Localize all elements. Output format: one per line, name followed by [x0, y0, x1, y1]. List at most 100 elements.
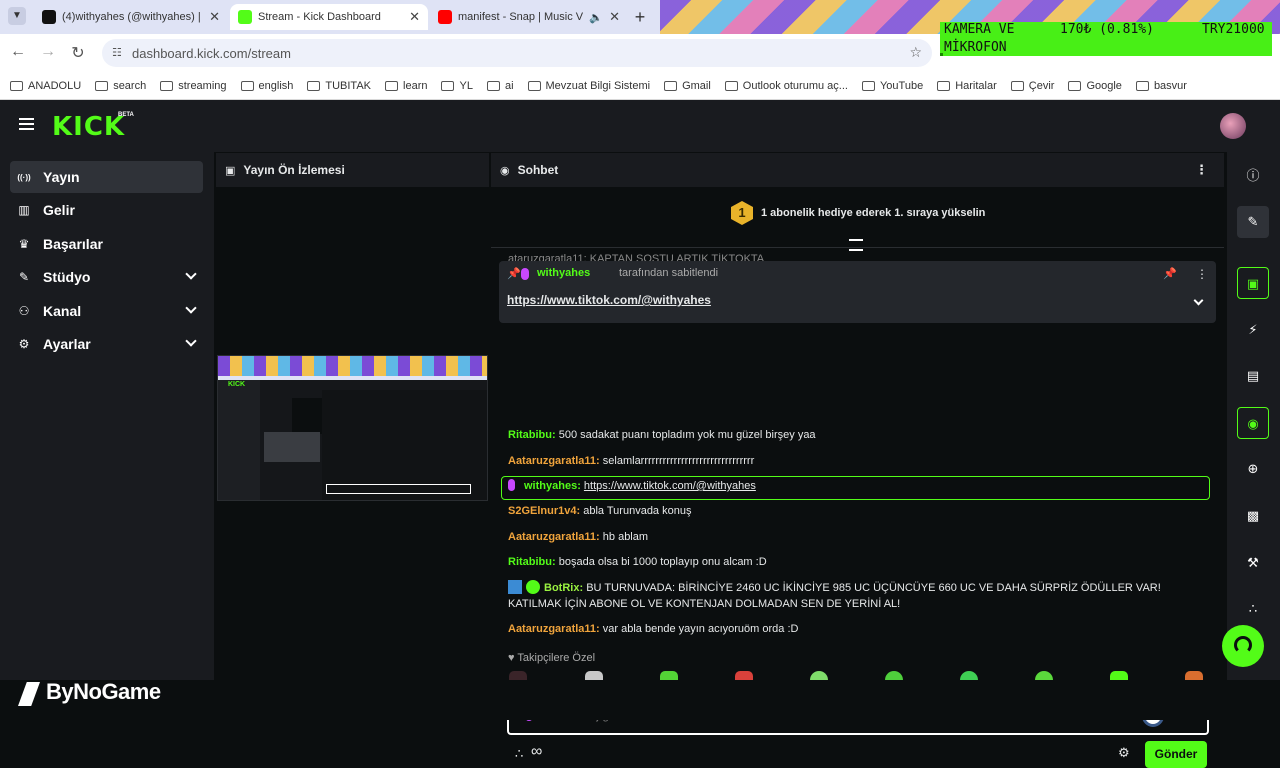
donation-goal-overlay: KAMERA VE 170₺ (0.81%) TRY21000 MİKROFON: [940, 22, 1272, 56]
chevron-down-icon[interactable]: [185, 268, 197, 280]
chevron-down-icon[interactable]: [185, 301, 197, 314]
chat-username[interactable]: BotRix: [544, 582, 579, 594]
wrench-icon[interactable]: ⚒: [1237, 547, 1269, 579]
bookmark-item[interactable]: basvur: [1135, 79, 1187, 92]
reload-icon[interactable]: ↻: [68, 43, 88, 63]
bookmark-item[interactable]: ai: [486, 80, 514, 92]
tiktok-icon: [42, 10, 56, 24]
speaker-icon[interactable]: 🔈: [589, 11, 603, 24]
bookmark-label: YL: [459, 79, 473, 92]
menu-icon[interactable]: [19, 118, 34, 130]
gift-leaderboard-banner[interactable]: 1 1 abonelik hediye ederek 1. sıraya yük…: [731, 201, 985, 225]
pinned-options-icon[interactable]: ⋮: [1196, 267, 1208, 281]
bookmark-label: Haritalar: [955, 79, 997, 92]
sidebar-item-kanal[interactable]: ⚇ Kanal: [10, 295, 203, 327]
channel-points-rail-icon[interactable]: ∴: [1237, 593, 1269, 625]
bookmark-item[interactable]: english: [240, 79, 294, 92]
chat-username[interactable]: Ritabibu: [508, 429, 552, 441]
bookmark-label: basvur: [1153, 79, 1187, 92]
quick-actions-icon[interactable]: ⚡: [1237, 314, 1269, 346]
folder-icon: [861, 80, 875, 91]
notes-icon[interactable]: ▤: [1237, 360, 1269, 392]
chevron-down-icon[interactable]: [185, 335, 197, 347]
sidebar-item-st-dyo[interactable]: ✎ Stüdyo: [10, 261, 203, 293]
gear-icon: ⚙: [18, 337, 30, 351]
folder-icon: [486, 80, 500, 91]
bookmark-item[interactable]: Mevzuat Bilgi Sistemi: [527, 80, 650, 92]
bookmark-item[interactable]: Gmail: [664, 80, 711, 92]
sidebar-item-ba-ar-lar[interactable]: ♛ Başarılar: [10, 228, 203, 260]
chat-toggle-icon[interactable]: ◉: [1237, 407, 1269, 439]
sidebar-item-label: Yayın: [43, 169, 80, 185]
bookmark-item[interactable]: Çevir: [1010, 79, 1055, 92]
tab-list-button[interactable]: ▼: [8, 7, 26, 25]
bookmark-item[interactable]: learn: [385, 80, 427, 92]
user-avatar[interactable]: [1220, 113, 1246, 139]
bookmark-label: Çevir: [1028, 79, 1055, 92]
bookmark-item[interactable]: YouTube: [861, 79, 924, 92]
bookmark-item[interactable]: Outlook oturumu aç...: [724, 80, 848, 92]
bottom-strip: [0, 680, 1280, 720]
bookmark-item[interactable]: YL: [441, 79, 473, 92]
chat-message-text: KATILMAK İÇİN ABONE OL VE KONTENJAN DOLM…: [508, 598, 901, 610]
bookmark-label: YouTube: [879, 79, 924, 92]
chat-username[interactable]: Aataruzgaratla11: [508, 455, 596, 467]
bot-badge-icon: [508, 580, 522, 594]
channel-points-icon[interactable]: ∴: [515, 746, 523, 762]
chat-username[interactable]: S2GElnur1v4: [508, 505, 576, 517]
chat-message-text: abla Turunvada konuş: [583, 505, 692, 517]
close-tab-icon[interactable]: ✕: [409, 9, 420, 25]
bookmark-item[interactable]: Haritalar: [937, 80, 997, 92]
bookmark-label: ANADOLU: [28, 79, 82, 92]
close-tab-icon[interactable]: ✕: [209, 9, 220, 25]
sidebar-item-gelir[interactable]: ▥ Gelir: [10, 194, 203, 226]
layout-icon[interactable]: ▩: [1237, 500, 1269, 532]
preview-toggle-icon[interactable]: ▣: [1237, 267, 1269, 299]
bookmark-star-icon[interactable]: ☆: [909, 44, 922, 61]
forward-icon[interactable]: →: [38, 43, 58, 61]
kick-icon: [238, 10, 252, 24]
chevron-down-icon[interactable]: [1193, 295, 1204, 306]
bookmark-label: english: [258, 79, 294, 92]
edit-icon[interactable]: ✎: [1237, 206, 1269, 238]
new-tab-button[interactable]: +: [630, 7, 650, 27]
chat-username[interactable]: withyahes: [524, 480, 577, 492]
pinned-user[interactable]: withyahes: [537, 267, 590, 279]
beta-badge: BETA: [118, 112, 134, 118]
sidebar-item-label: Gelir: [43, 202, 75, 219]
info-icon[interactable]: ⓘ: [1237, 160, 1269, 192]
back-icon[interactable]: ←: [8, 43, 28, 61]
studio-icon: ✎: [18, 270, 30, 285]
bookmark-label: search: [113, 79, 147, 92]
collapse-icon[interactable]: [849, 239, 863, 251]
bookmark-item[interactable]: ANADOLU: [10, 80, 81, 92]
url-field[interactable]: ☷ dashboard.kick.com/stream ☆: [102, 39, 932, 67]
sidebar-item-yay-n[interactable]: ((·)) Yayın: [10, 161, 203, 193]
kick-logo[interactable]: KICK: [52, 112, 125, 142]
sidebar-item-ayarlar[interactable]: ⚙ Ayarlar: [10, 328, 203, 360]
tab-kick-dashboard[interactable]: Stream - Kick Dashboard ✕: [230, 4, 428, 30]
chat-username[interactable]: Aataruzgaratla11: [508, 531, 596, 543]
bookmark-item[interactable]: search: [95, 80, 146, 92]
send-button[interactable]: Gönder: [1145, 741, 1207, 768]
tab-tiktok[interactable]: (4)withyahes (@withyahes) | Tik ✕: [34, 4, 228, 30]
site-info-icon[interactable]: ☷: [112, 46, 122, 59]
bookmark-item[interactable]: Google: [1068, 80, 1122, 92]
folder-icon: [307, 80, 321, 91]
bookmark-item[interactable]: streaming: [160, 80, 227, 92]
tab-youtube[interactable]: manifest - Snap | Music Vid 🔈 ✕: [430, 4, 628, 30]
support-headset-button[interactable]: [1222, 625, 1264, 667]
unpin-icon[interactable]: 📌: [1163, 267, 1177, 280]
chat-message-text: 500 sadakat puanı topladım yok mu güzel …: [558, 429, 816, 441]
close-tab-icon[interactable]: ✕: [609, 9, 620, 25]
bookmark-item[interactable]: TUBITAK: [307, 80, 371, 92]
username-separator: :: [577, 480, 584, 492]
chat-username[interactable]: Ritabibu: [508, 556, 552, 568]
chat-options-icon[interactable]: ⋮: [1195, 162, 1208, 178]
pinned-link[interactable]: https://www.tiktok.com/@withyahes: [507, 293, 711, 307]
chat-settings-icon[interactable]: ⚙: [1118, 745, 1130, 761]
pinned-message: 📌 withyahes tarafından sabitlendi https:…: [499, 261, 1216, 323]
chat-username[interactable]: Aataruzgaratla11: [508, 623, 596, 635]
broadcast-icon[interactable]: ⊕: [1237, 453, 1269, 485]
chat-message-link[interactable]: https://www.tiktok.com/@withyahes: [584, 480, 756, 492]
